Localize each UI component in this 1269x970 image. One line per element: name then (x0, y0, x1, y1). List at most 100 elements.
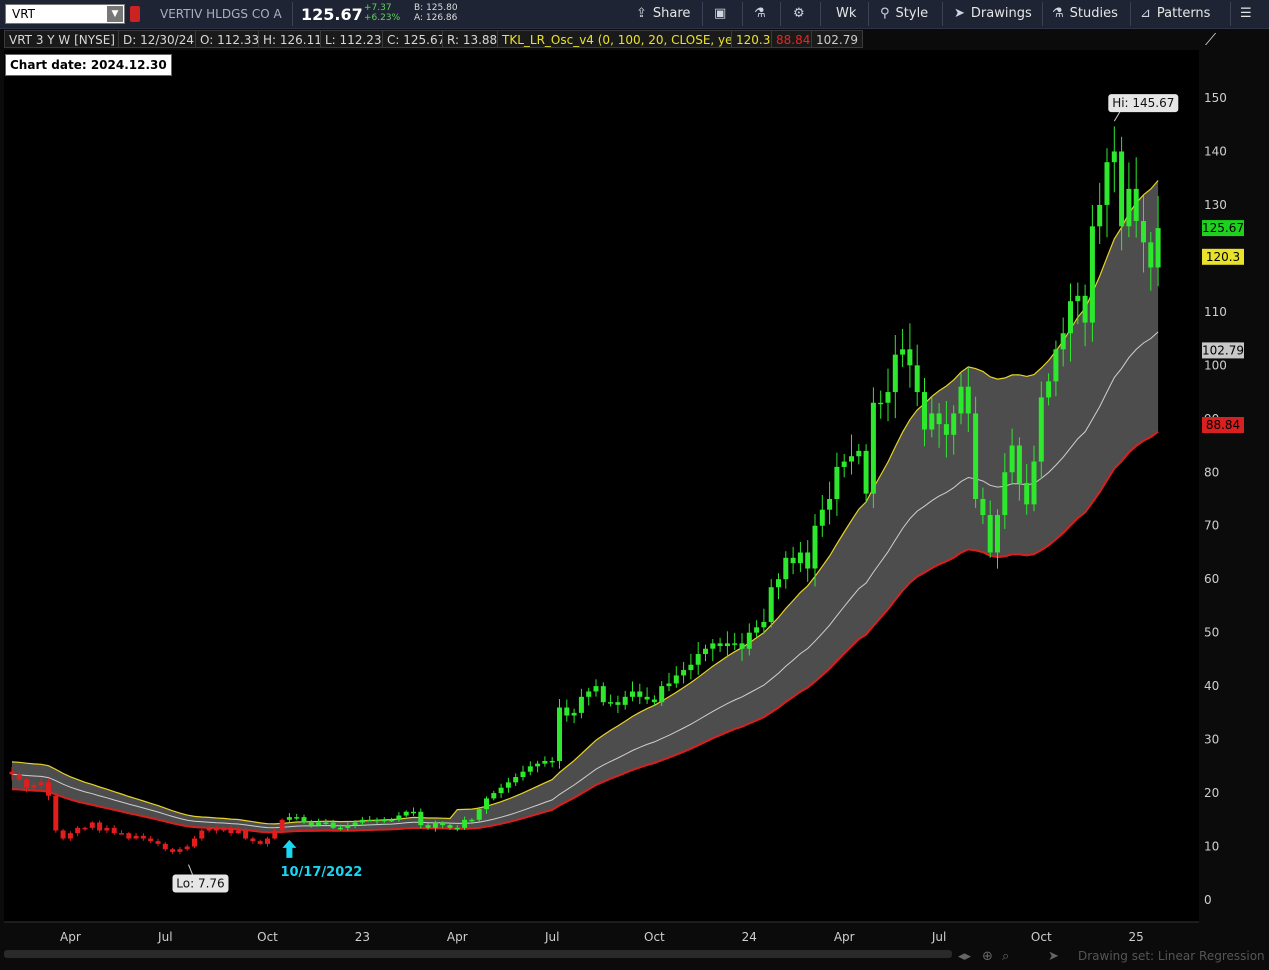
divider (702, 2, 703, 26)
change-percent: +6.23% (364, 13, 401, 23)
zoom-icon[interactable]: ⌕ (1002, 949, 1009, 964)
price-tag: 102.79 (1202, 342, 1244, 359)
divider (1230, 2, 1231, 26)
x-tick-label: Jul (544, 930, 559, 944)
price-tag: 125.67 (1202, 220, 1244, 237)
divider (742, 2, 743, 26)
info-date: D: 12/30/24 (118, 30, 199, 48)
info-open: O: 112.33 (195, 30, 265, 48)
chart-area[interactable]: Hi: 145.67 Lo: 7.76 10/17/2022 (4, 50, 1199, 922)
divider (292, 2, 293, 26)
price-tag-text: 102.79 (1202, 343, 1244, 357)
info-study-value-lower: 88.84 (771, 30, 816, 48)
info-range: R: 13.88 (442, 30, 503, 48)
menu-button[interactable]: ☰ (1240, 6, 1252, 21)
price-tag: 120.3 (1202, 248, 1244, 265)
x-tick-label: Apr (834, 930, 855, 944)
y-tick-label: 120 (1204, 251, 1227, 265)
share-label: Share (652, 6, 691, 21)
candle (973, 396, 979, 508)
bottom-bar: ◂▸ ⊕ ⌕ ➤ Drawing set: Linear Regression (0, 946, 1269, 970)
price-tag: 88.84 (1202, 417, 1244, 434)
y-tick-label: 20 (1204, 786, 1219, 800)
x-tick-label: Oct (644, 930, 665, 944)
pointer-icon[interactable]: ➤ (1048, 949, 1059, 964)
style-button[interactable]: ⚲ Style (880, 6, 928, 21)
regression-tool-icon[interactable]: ⟋ (1205, 30, 1216, 50)
period-button[interactable]: Wk (836, 6, 856, 21)
style-icon: ⚲ (880, 6, 890, 21)
x-tick-label: Oct (1031, 930, 1052, 944)
x-tick-label: 25 (1129, 930, 1144, 944)
price-tag-text: 120.3 (1206, 250, 1240, 264)
chart-date-label: Chart date: 2024.12.30 (5, 54, 172, 76)
style-label: Style (895, 6, 929, 21)
candle (279, 818, 285, 833)
x-tick-label: 23 (355, 930, 370, 944)
x-tick-label: Apr (60, 930, 81, 944)
y-tick-label: 110 (1204, 305, 1227, 319)
y-axis: 0 10 20 30 40 50 60 70 80 90 100 110 120 130 140 150 (1204, 91, 1227, 907)
candle (557, 699, 562, 769)
info-study: TKL_LR_Osc_v4 (0, 100, 20, CLOSE, yes) (497, 30, 749, 48)
share-button[interactable]: ⇪ Share (636, 6, 690, 21)
y-tick-label: 100 (1204, 358, 1227, 372)
symbol-dropdown-icon[interactable]: ▼ (107, 6, 123, 22)
drawing-set-label: Drawing set: Linear Regression (1078, 949, 1265, 963)
share-icon: ⇪ (636, 6, 647, 21)
cursor-icon: ➤ (954, 6, 965, 21)
y-tick-label: 150 (1204, 91, 1227, 105)
y-tick-label: 70 (1204, 519, 1219, 533)
price-tag-text: 88.84 (1206, 418, 1240, 432)
price-labels: 125.67 120.3 102.79 88.84 (1202, 220, 1244, 434)
divider (1130, 2, 1131, 26)
patterns-button[interactable]: ⊿ Patterns (1140, 6, 1210, 21)
crosshair-icon[interactable]: ⊕ (982, 949, 993, 964)
scroll-arrows-icon[interactable]: ◂▸ (958, 949, 971, 964)
y-tick-label: 140 (1204, 144, 1227, 158)
studies-button[interactable]: ⚗ Studies (1052, 6, 1118, 21)
patterns-icon: ⊿ (1140, 6, 1151, 21)
symbol-input[interactable]: VRT ▼ (5, 4, 125, 24)
x-tick-label: Apr (447, 930, 468, 944)
company-name: VERTIV HLDGS CO A (160, 7, 282, 21)
y-tick-label: 90 (1204, 412, 1219, 426)
flask-icon: ⚗ (754, 6, 766, 21)
info-high: H: 126.11 (258, 30, 327, 48)
price-change: +7.37 +6.23% (364, 3, 400, 23)
studies-label: Studies (1069, 6, 1118, 21)
chart-svg[interactable]: Hi: 145.67 Lo: 7.76 10/17/2022 (4, 50, 1199, 922)
y-tick-label: 130 (1204, 198, 1227, 212)
divider (942, 2, 943, 26)
flask-button[interactable]: ⚗ (754, 6, 772, 21)
change-value: +7.37 (364, 3, 392, 13)
divider (1042, 2, 1043, 26)
ask-value: A: 126.86 (414, 13, 458, 23)
top-toolbar: VRT ▼ VERTIV HLDGS CO A 125.67 +7.37 +6.… (0, 0, 1269, 29)
x-tick-label: Jul (931, 930, 946, 944)
info-low: L: 112.23 (320, 30, 387, 48)
x-tick-label: Oct (257, 930, 278, 944)
y-tick-label: 40 (1204, 679, 1219, 693)
y-tick-label: 80 (1204, 465, 1219, 479)
x-axis: Apr Jul Oct 23 Apr Jul Oct 24 Apr Jul Oct 25 (4, 921, 1199, 944)
candle (870, 387, 876, 509)
drawings-label: Drawings (970, 6, 1032, 21)
gear-icon: ⚙ (793, 6, 805, 21)
snapshot-button[interactable]: ▣ (714, 6, 732, 21)
high-label-text: Hi: 145.67 (1112, 96, 1174, 110)
info-symbol: VRT 3 Y W [NYSE] (4, 30, 120, 48)
settings-button[interactable]: ⚙ (793, 6, 811, 21)
link-color-icon[interactable] (130, 6, 140, 22)
drawings-button[interactable]: ➤ Drawings (954, 6, 1032, 21)
candle (53, 792, 59, 833)
info-study-value-upper: 120.3 (731, 30, 776, 48)
y-tick-label: 50 (1204, 626, 1219, 640)
horizontal-scrollbar[interactable] (4, 950, 952, 958)
divider (820, 2, 821, 26)
bid-value: B: 125.80 (414, 3, 458, 13)
y-tick-label: 60 (1204, 572, 1219, 586)
y-tick-label: 10 (1204, 840, 1219, 854)
divider (868, 2, 869, 26)
symbol-text: VRT (12, 7, 36, 21)
